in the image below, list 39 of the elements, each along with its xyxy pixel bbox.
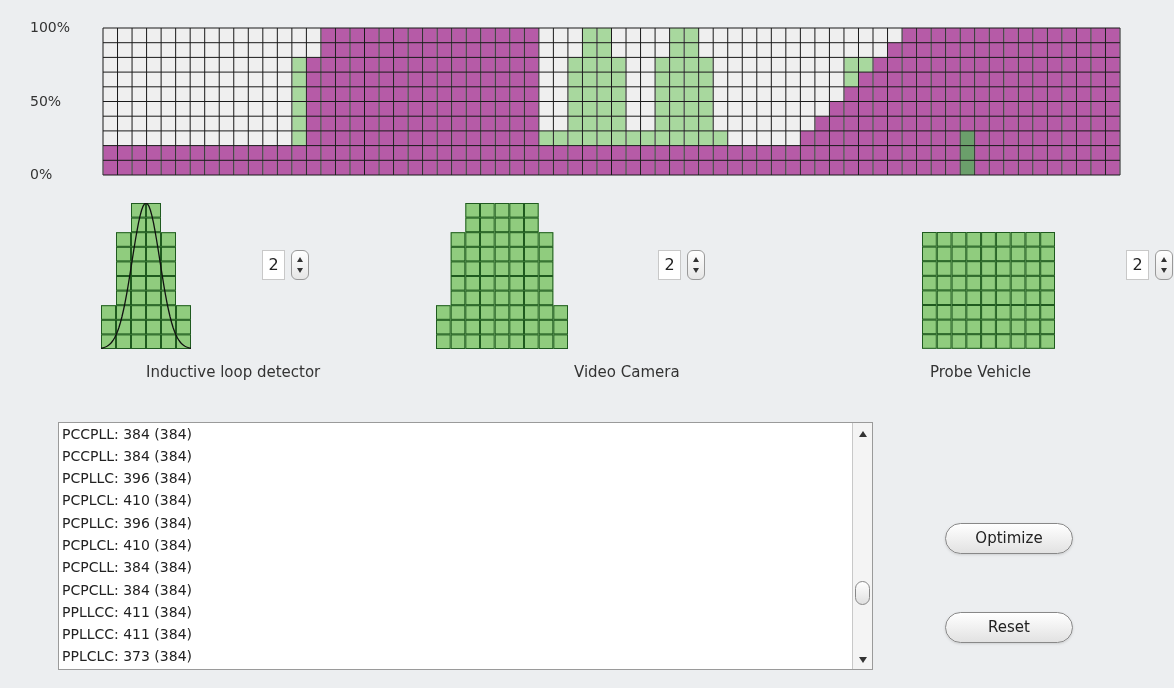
list-item[interactable]: PCPLLC: 396 (384) bbox=[62, 511, 193, 534]
scroll-down-icon[interactable] bbox=[857, 654, 868, 665]
list-item[interactable]: PCCPLL: 384 (384) bbox=[62, 444, 193, 468]
number-field[interactable]: 2 bbox=[658, 250, 681, 280]
axis-tick-label: 0% bbox=[30, 166, 53, 182]
list-item[interactable]: PCCPLL: 384 (384) bbox=[62, 422, 193, 445]
stepper-arrows-icon bbox=[692, 255, 700, 275]
stepper-arrows-icon bbox=[296, 255, 304, 275]
action-button[interactable]: Optimize bbox=[945, 522, 1073, 554]
list-item[interactable]: PPLCLC: 373 (384) bbox=[62, 645, 193, 668]
scrollbar[interactable] bbox=[852, 422, 872, 669]
stepper-button[interactable] bbox=[687, 250, 705, 280]
list-item[interactable]: PCPLCL: 410 (384) bbox=[62, 489, 193, 512]
bar-segment bbox=[234, 145, 248, 175]
axis-tick-label: 50% bbox=[30, 92, 62, 109]
bar-segment bbox=[757, 145, 771, 175]
bar-segment bbox=[205, 145, 219, 175]
stepper-button[interactable] bbox=[1155, 250, 1173, 280]
scroll-thumb[interactable] bbox=[855, 580, 870, 605]
stepper-arrows-icon bbox=[1160, 255, 1168, 275]
list-item[interactable]: PPLLCC: 411 (384) bbox=[62, 600, 193, 624]
list-item[interactable]: PCPCLL: 384 (384) bbox=[62, 578, 193, 601]
bar-segment bbox=[263, 145, 277, 175]
bar-segment bbox=[147, 145, 161, 175]
number-field[interactable]: 2 bbox=[1126, 250, 1149, 280]
stepper-button[interactable] bbox=[291, 250, 309, 280]
list-item[interactable]: PPLLCC: 411 (384) bbox=[62, 623, 193, 646]
list-item[interactable]: PCPLLC: 396 (384) bbox=[62, 467, 193, 490]
bar-segment bbox=[118, 145, 132, 175]
results-list[interactable]: PCCPLL: 384 (384) PCCPLL: 384 (384) PCPLLC: 396 (384) PCPLCL: 410 (384) PCPLLC: 396 (384) PCPLCL: 410 (384) PCPCLL: 384 (384) PCPCLL: 384 (384) PPLLCC: 411 (384) PPLLCC: 411 (384) PPLCLC: 373 (384) bbox=[58, 421, 873, 670]
action-button[interactable]: Reset bbox=[945, 611, 1073, 643]
sensor-label: Video Camera bbox=[574, 362, 681, 383]
number-field[interactable]: 2 bbox=[262, 250, 285, 280]
list-item[interactable]: PCPLCL: 410 (384) bbox=[62, 534, 193, 557]
list-item[interactable]: PCPCLL: 384 (384) bbox=[62, 556, 193, 579]
bar-segment bbox=[176, 145, 190, 175]
sensor-label: Inductive loop detector bbox=[146, 362, 322, 383]
axis-tick-label: 100% bbox=[30, 20, 71, 35]
sensor-label: Probe Vehicle bbox=[930, 362, 1032, 383]
